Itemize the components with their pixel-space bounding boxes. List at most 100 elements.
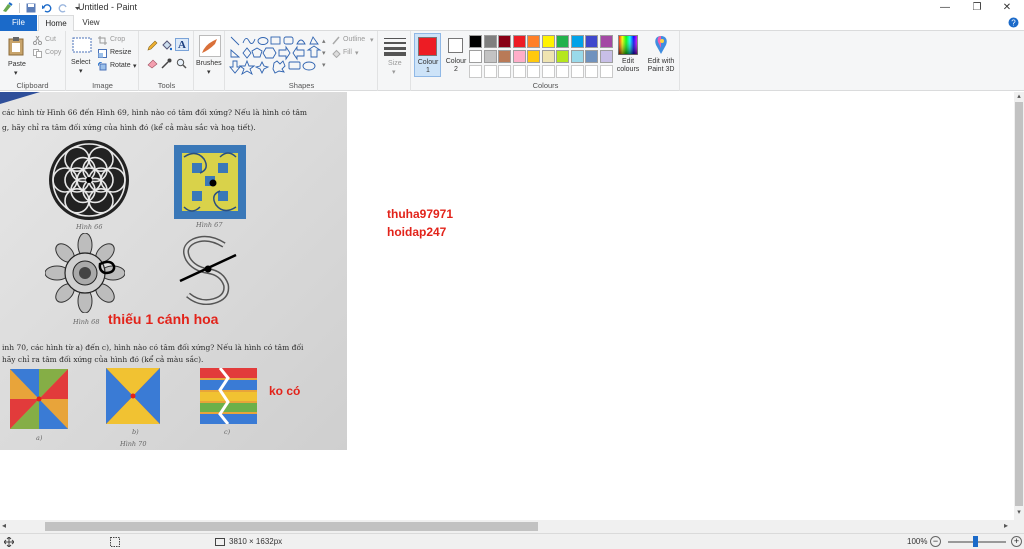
select-button[interactable]: Select ▾ [70,35,94,75]
shapes-scroll-icon[interactable]: ▴ [322,37,326,45]
palette-swatch[interactable] [512,50,526,63]
edit-with-paint3d-button[interactable]: Edit with Paint 3D [644,33,678,77]
crop-button[interactable]: Crop [98,35,138,46]
tab-file[interactable]: File [0,15,37,31]
palette-swatch[interactable] [469,65,482,78]
palette-swatch[interactable] [527,50,540,63]
outline-dropdown-icon: ▾ [370,37,374,44]
palette-swatch[interactable] [585,50,598,63]
brushes-button[interactable]: Brushes ▾ [196,34,224,76]
fill-icon[interactable] [161,40,172,51]
scroll-up-icon[interactable]: ▴ [1014,92,1024,102]
caption-b: b) [132,428,139,436]
cut-button[interactable]: Cut [33,35,63,46]
palette-swatch[interactable] [483,35,497,48]
edit-colours-icon [618,35,638,55]
colour1-button[interactable]: Colour 1 [414,33,441,77]
palette-swatch[interactable] [556,65,569,78]
palette-swatch[interactable] [599,65,613,78]
palette-swatch[interactable] [498,50,511,63]
horizontal-scrollbar[interactable]: ◂ ▸ [0,520,1024,533]
fill-button[interactable]: Fill ▾ [332,48,376,59]
palette-swatch[interactable] [512,35,526,48]
tab-view[interactable]: View [76,15,106,31]
help-icon[interactable]: ? [1008,17,1019,28]
maximize-button[interactable]: ❐ [962,0,992,15]
palette-swatch[interactable] [556,50,569,63]
scroll-down-icon[interactable]: ▾ [1014,508,1024,518]
edit-colours-label: Edit colours [616,58,640,73]
colour2-button[interactable]: Colour 2 [443,33,469,77]
username-text: thuha97971 [387,207,454,221]
size-button[interactable]: Size ▾ [381,34,409,76]
quick-access-toolbar [2,1,81,14]
palette-swatch[interactable] [556,35,569,48]
paint3d-icon [655,36,667,54]
annotation-missing-petal: thiếu 1 cánh hoa [108,311,219,327]
palette-swatch[interactable] [570,50,584,63]
palette-swatch[interactable] [469,50,482,63]
size-group: Size ▾ [379,31,411,91]
text-icon[interactable]: A [175,38,189,51]
tab-home[interactable]: Home [38,15,74,32]
palette-swatch[interactable] [599,35,613,48]
palette-swatch[interactable] [585,35,598,48]
scroll-left-icon[interactable]: ◂ [2,521,12,532]
vertical-scroll-thumb[interactable] [1015,102,1023,506]
palette-swatch[interactable] [498,35,511,48]
scroll-right-icon[interactable]: ▸ [1004,521,1014,532]
palette-swatch[interactable] [541,50,555,63]
zoom-level: 100% [907,537,928,546]
vertical-scrollbar[interactable]: ▴ ▾ [1014,92,1024,520]
minimize-button[interactable]: — [930,0,960,15]
outline-label: Outline [343,36,366,43]
palette-swatch[interactable] [483,50,497,63]
close-button[interactable]: ✕ [992,0,1022,15]
palette-swatch[interactable] [498,65,511,78]
palette-swatch[interactable] [527,65,540,78]
size-dropdown-icon: ▾ [392,69,396,76]
resize-label: Resize [110,49,132,56]
resize-button[interactable]: Resize [98,48,138,59]
palette-swatch[interactable] [469,35,482,48]
rotate-button[interactable]: Rotate ▾ [98,61,138,72]
select-dropdown-icon: ▾ [79,68,83,75]
shapes-more-icon[interactable]: ▾ [322,61,326,69]
save-icon[interactable] [26,3,36,13]
edit-colours-button[interactable]: Edit colours [614,33,642,77]
palette-swatch[interactable] [512,65,526,78]
crop-label: Crop [110,36,126,43]
palette-swatch[interactable] [527,35,540,48]
cursor-position-icon [4,537,14,547]
shapes-gallery-icon[interactable] [229,35,325,75]
pencil-icon[interactable] [147,40,158,51]
s-letter-figure [179,235,237,305]
image-group: Select ▾ Crop Resize Rotate ▾ Image [67,31,139,91]
caption-hinh-66: Hình 66 [76,223,103,231]
palette-swatch[interactable] [570,65,584,78]
palette-swatch[interactable] [585,65,598,78]
palette-swatch[interactable] [570,35,584,48]
zoom-out-button[interactable]: − [930,536,941,547]
outline-button[interactable]: Outline ▾ [332,35,376,46]
zoom-in-button[interactable]: + [1011,536,1022,547]
window-title: Untitled - Paint [78,2,138,12]
magnifier-icon[interactable] [176,58,187,69]
palette-swatch[interactable] [599,50,613,63]
pasted-textbook-photo[interactable]: các hình từ Hình 66 đến Hình 69, hình nà… [0,92,347,450]
zoom-slider-thumb[interactable] [973,536,978,547]
color-picker-icon[interactable] [161,58,172,69]
canvas-area[interactable]: các hình từ Hình 66 đến Hình 69, hình nà… [0,92,1014,520]
shapes-scroll-down-icon[interactable]: ▾ [322,49,326,57]
paste-button[interactable]: Paste ▾ [3,34,29,77]
rotate-dropdown-icon: ▾ [133,63,137,70]
bowtie-figure-b [106,368,160,424]
copy-button[interactable]: Copy [33,48,63,59]
eraser-icon[interactable] [147,58,158,69]
palette-swatch[interactable] [541,35,555,48]
undo-icon[interactable] [42,3,52,13]
horizontal-scroll-thumb[interactable] [45,522,538,531]
redo-icon[interactable] [58,3,68,13]
palette-swatch[interactable] [541,65,555,78]
palette-swatch[interactable] [483,65,497,78]
